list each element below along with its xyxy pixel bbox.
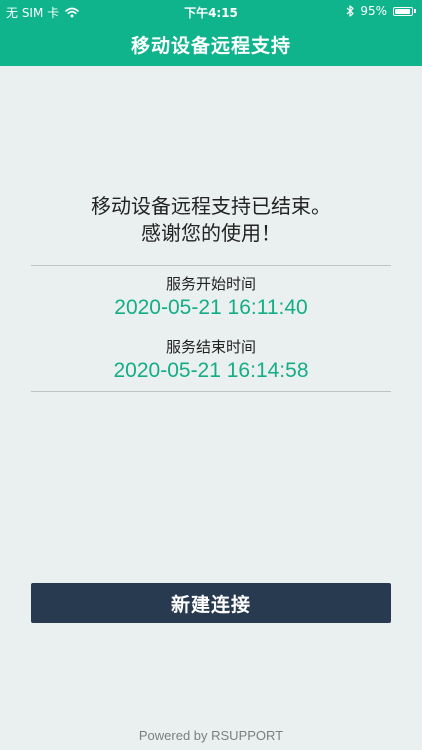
bluetooth-icon [346, 5, 354, 17]
end-time-label: 服务结束时间 [165, 338, 256, 356]
battery-tip [414, 9, 416, 13]
status-right: 95% [346, 4, 416, 18]
header-title: 移动设备远程支持 [0, 22, 422, 66]
battery-icon [393, 6, 413, 16]
start-time-value: 2020-05-21 16:11:40 [114, 296, 308, 319]
battery-percent: 95% [360, 4, 387, 18]
bottom-divider [31, 391, 391, 392]
powered-by-footer: Powered by RSUPPORT [138, 728, 284, 743]
top-divider [31, 265, 391, 266]
end-message-line2: 感谢您的使用！ [141, 221, 281, 245]
end-message-line1: 移动设备远程支持已结束。 [91, 194, 331, 218]
new-connection-button[interactable]: 新建连接 [31, 583, 391, 623]
end-time-value: 2020-05-21 16:14:58 [113, 359, 309, 382]
battery-fill [395, 8, 410, 14]
status-bar: 无 SIM 卡 下午4:15 95% [0, 0, 422, 22]
end-message: 移动设备远程支持已结束。 感谢您的使用！ [0, 193, 422, 247]
start-time-label: 服务开始时间 [165, 275, 256, 293]
